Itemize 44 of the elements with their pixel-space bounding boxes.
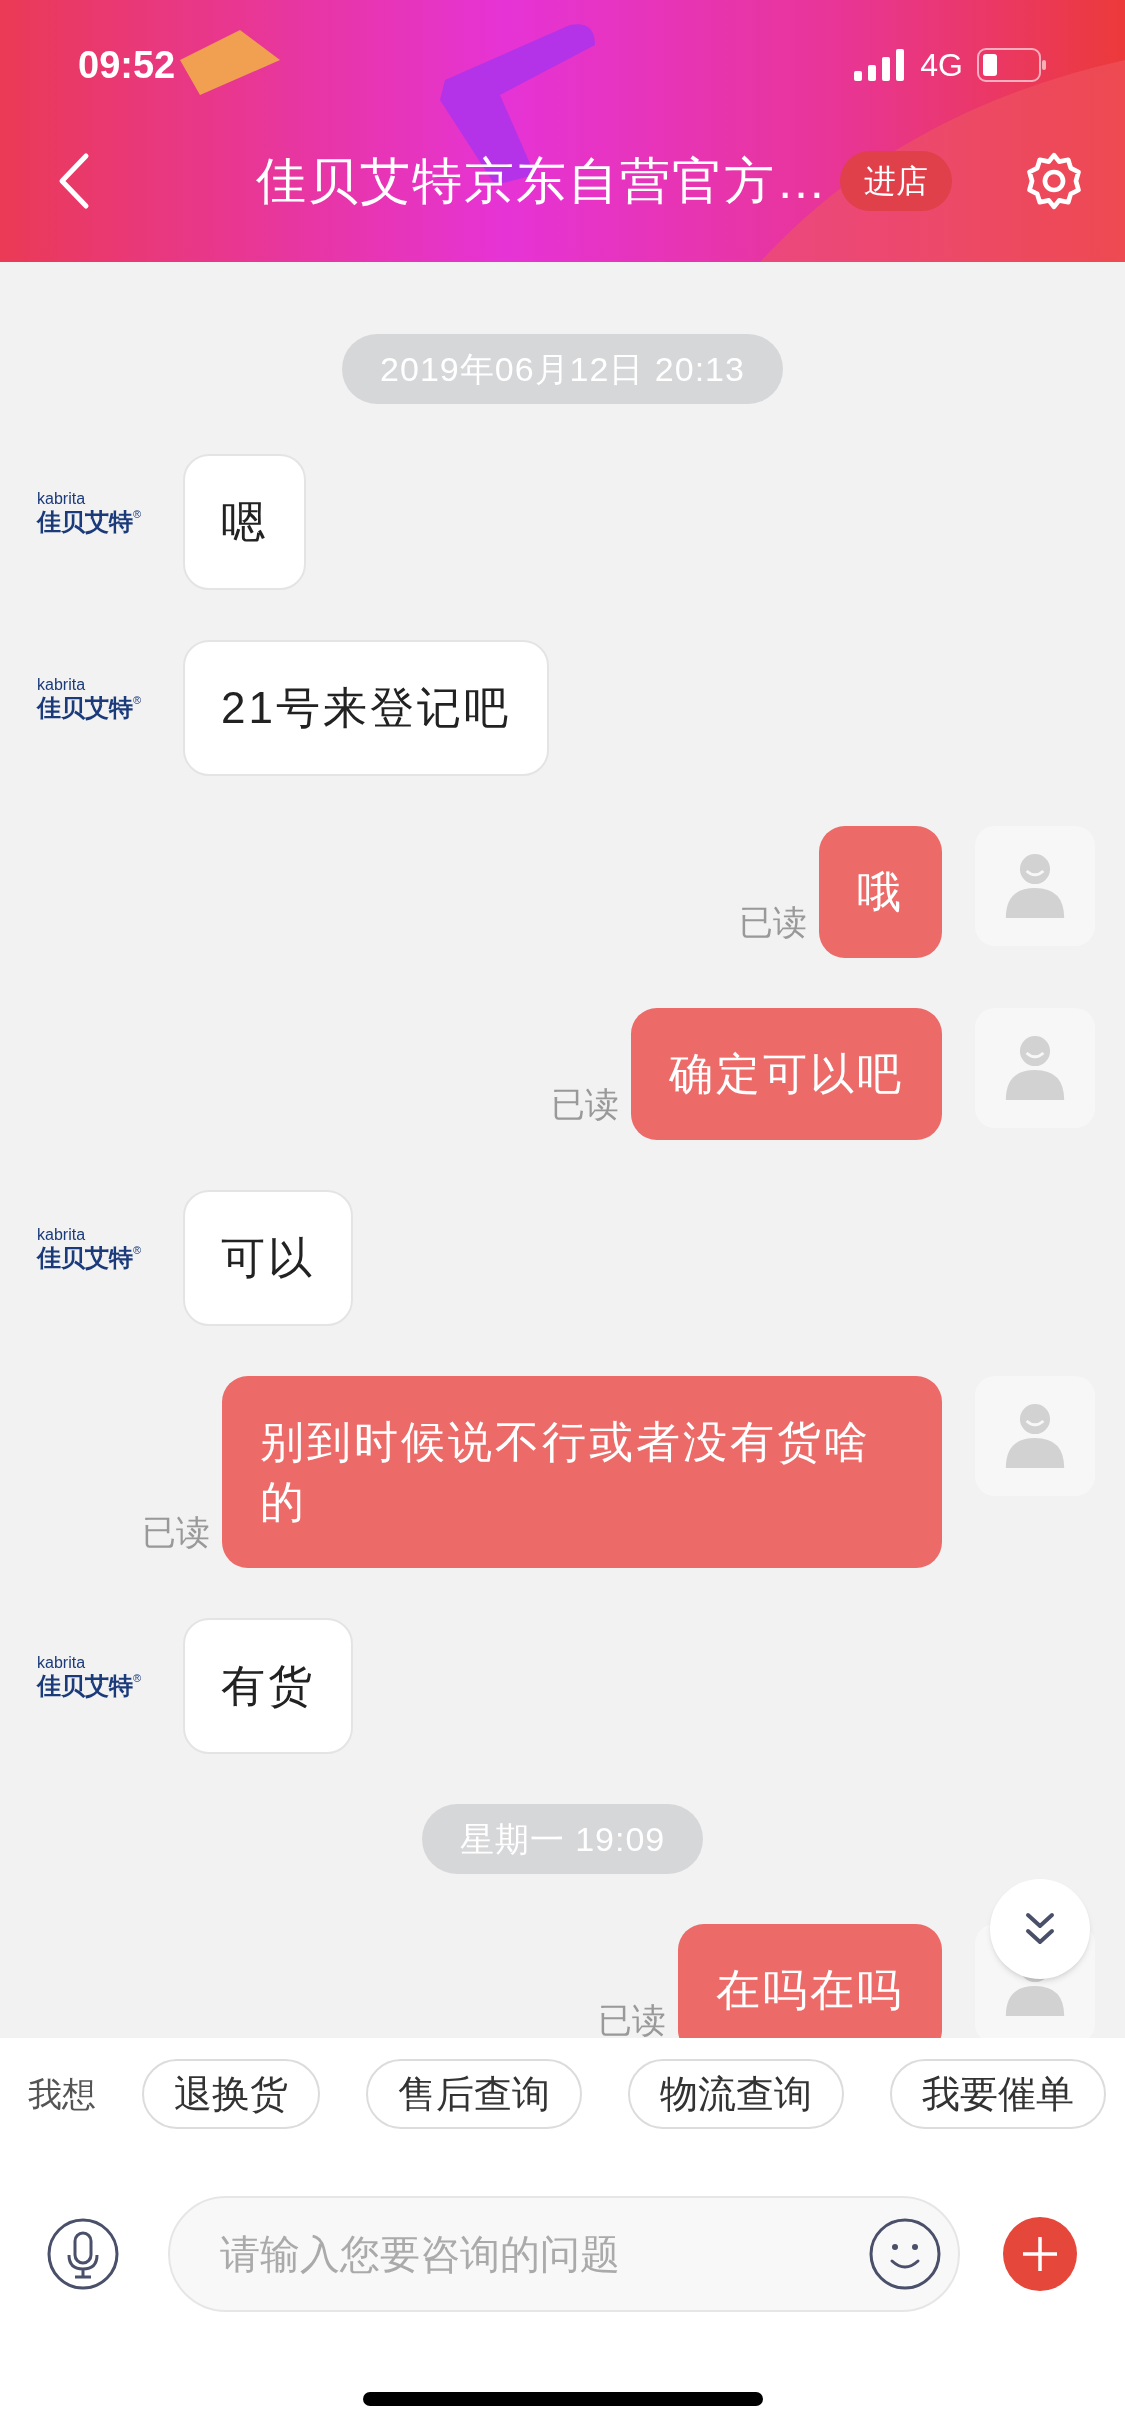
incoming-message: 有货 [183, 1618, 353, 1754]
incoming-message: 21号来登记吧 [183, 640, 549, 776]
registered-mark: ® [133, 1672, 142, 1684]
person-icon [1004, 1404, 1066, 1468]
brand-logo-name: 佳贝艾特 [37, 694, 133, 722]
signal-icon [854, 49, 907, 81]
registered-mark: ® [133, 508, 142, 520]
quick-action-chip[interactable]: 我要催单 [890, 2059, 1106, 2129]
quick-action-chip[interactable]: 售后查询 [366, 2059, 582, 2129]
microphone-icon[interactable] [46, 2217, 120, 2291]
plus-icon[interactable] [1003, 2217, 1077, 2291]
status-time: 09:52 [78, 42, 176, 88]
outgoing-message: 在吗在吗 [678, 1924, 942, 2038]
incoming-message: 可以 [183, 1190, 353, 1326]
registered-mark: ® [133, 1244, 142, 1256]
read-receipt: 已读 [739, 902, 807, 943]
brand-logo-text: kabrita [37, 490, 86, 508]
incoming-message: 嗯 [183, 454, 306, 590]
brand-logo-name: 佳贝艾特 [37, 1244, 133, 1272]
brand-logo-name: 佳贝艾特 [37, 508, 133, 536]
brand-logo-text: kabrita [37, 676, 86, 694]
person-icon [1004, 854, 1066, 918]
brand-logo-text: kabrita [37, 1654, 86, 1672]
outgoing-message: 别到时候说不行或者没有货啥的 [222, 1376, 942, 1568]
outgoing-message: 确定可以吧 [631, 1008, 942, 1140]
read-receipt: 已读 [598, 2000, 666, 2038]
emoji-icon[interactable] [868, 2217, 942, 2291]
enter-store-button[interactable]: 进店 [840, 151, 952, 211]
quick-action-chip[interactable]: 退换货 [142, 2059, 320, 2129]
quick-actions-label: 我想 [28, 2073, 96, 2115]
registered-mark: ® [133, 694, 142, 706]
brand-logo-name: 佳贝艾特 [37, 1672, 133, 1700]
network-type: 4G [920, 46, 963, 85]
read-receipt: 已读 [142, 1512, 210, 1553]
quick-action-chip[interactable]: 物流查询 [628, 2059, 844, 2129]
brand-logo-text: kabrita [37, 1226, 86, 1244]
read-receipt: 已读 [551, 1084, 619, 1125]
message-input-field[interactable]: 请输入您要咨询的问题 [220, 2224, 868, 2284]
double-chevron-down-icon [1024, 1911, 1056, 1947]
battery-icon [977, 48, 1047, 82]
chat-title: 佳贝艾特京东自营官方… [256, 151, 828, 211]
person-icon [1004, 1036, 1066, 1100]
input-bar[interactable]: 请输入您要咨询的问题 [168, 2196, 960, 2312]
outgoing-message: 哦 [819, 826, 942, 958]
